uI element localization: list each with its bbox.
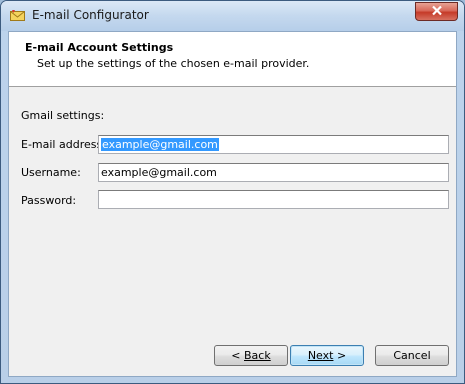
password-label: Password:: [21, 194, 77, 207]
email-label: E-mail address:: [21, 138, 106, 151]
back-button-prefix: <: [231, 349, 244, 362]
page-subtitle: Set up the settings of the chosen e-mail…: [37, 57, 310, 70]
cancel-button[interactable]: Cancel: [375, 345, 449, 366]
wizard-header: E-mail Account Settings Set up the setti…: [9, 32, 456, 87]
cancel-button-label: Cancel: [393, 349, 431, 362]
close-icon: [431, 5, 443, 19]
next-button[interactable]: Next >: [290, 345, 364, 366]
gmail-settings-label: Gmail settings:: [21, 109, 105, 122]
username-field-value: example@gmail.com: [101, 166, 217, 179]
envelope-icon: [10, 9, 25, 22]
close-button[interactable]: [415, 2, 458, 21]
password-field[interactable]: [98, 190, 449, 209]
title-bar[interactable]: E-mail Configurator: [1, 1, 464, 31]
username-label: Username:: [21, 166, 81, 179]
email-field[interactable]: example@gmail.com: [98, 135, 449, 154]
window-title: E-mail Configurator: [32, 8, 149, 22]
back-button[interactable]: < Back: [214, 345, 288, 366]
username-field[interactable]: example@gmail.com: [98, 163, 449, 182]
email-configurator-window: E-mail Configurator E-mail Account Setti…: [0, 0, 465, 384]
dialog-client-area: E-mail Account Settings Set up the setti…: [8, 31, 457, 377]
back-button-label: Back: [244, 349, 271, 362]
next-button-label: Next: [307, 349, 334, 362]
email-field-value: example@gmail.com: [101, 138, 219, 151]
next-button-suffix: >: [333, 349, 347, 362]
page-title: E-mail Account Settings: [25, 41, 174, 54]
